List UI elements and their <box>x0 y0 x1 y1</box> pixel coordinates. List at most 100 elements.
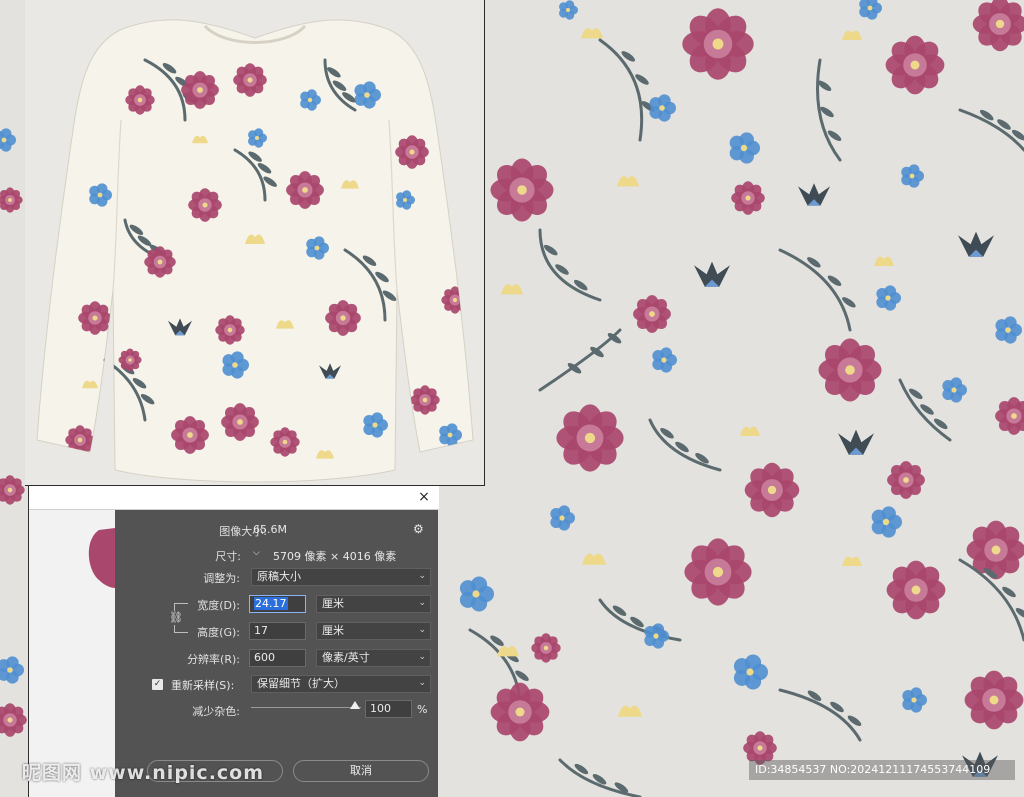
pink-flower <box>818 338 882 402</box>
pink-flower <box>995 397 1024 435</box>
yellow-bud <box>842 556 862 566</box>
dimensions-value: 5709 像素 × 4016 像素 <box>273 550 397 563</box>
pink-flower <box>221 403 259 441</box>
image-size-value: 65.6M <box>253 523 287 536</box>
pink-flower <box>188 188 222 222</box>
caret-down-icon: ⌄ <box>418 571 426 581</box>
resample-checkbox[interactable]: ✓ <box>152 679 163 690</box>
pink-flower <box>286 171 324 209</box>
resample-label: 重新采样(S): <box>171 679 235 692</box>
resolution-unit-select[interactable]: 像素/英寸 ⌄ <box>316 649 431 667</box>
chevron-down-icon[interactable]: ⌵ <box>253 548 260 558</box>
pink-flower <box>125 85 155 115</box>
fit-to-value: 原稿大小 <box>257 570 301 583</box>
gear-icon[interactable]: ⚙ <box>413 522 424 536</box>
blue-flower <box>733 654 769 690</box>
dark-tulip <box>694 261 730 287</box>
pink-flower <box>171 416 209 454</box>
resolution-value: 600 <box>254 651 275 664</box>
resample-select[interactable]: 保留细节（扩大） ⌄ <box>251 675 431 693</box>
blue-flower <box>902 687 928 713</box>
pink-flower <box>731 181 765 215</box>
noise-input[interactable]: 100 <box>365 700 412 718</box>
fit-to-select[interactable]: 原稿大小 ⌄ <box>251 568 431 586</box>
width-unit-select[interactable]: 厘米 ⌄ <box>316 595 431 613</box>
pink-flower <box>395 135 429 169</box>
image-size-dialog: × 图像大小: 65.6M ⚙ 尺寸: ⌵ 5709 像素 × 4016 像素 … <box>28 486 439 797</box>
dimensions-label: 尺寸: <box>215 550 241 563</box>
link-chain-icon[interactable]: ⛓ <box>169 611 183 625</box>
yellow-bud <box>501 284 523 295</box>
yellow-bud <box>740 426 760 436</box>
blue-flower <box>649 94 676 122</box>
pink-flower <box>0 187 23 213</box>
blue-flower <box>550 505 576 531</box>
preview-pane[interactable] <box>29 510 115 797</box>
noise-slider-track[interactable] <box>251 707 361 708</box>
blue-flower <box>644 623 670 649</box>
preview-image <box>88 528 115 588</box>
stem <box>598 38 644 142</box>
caret-down-icon: ⌄ <box>418 652 426 662</box>
dark-tulip <box>798 183 830 206</box>
blue-flower <box>652 347 678 373</box>
blue-flower <box>859 0 882 20</box>
noise-value: 100 <box>370 702 391 715</box>
pink-flower <box>233 63 267 97</box>
height-unit-select[interactable]: 厘米 ⌄ <box>316 622 431 640</box>
pink-flower <box>744 462 800 518</box>
blue-flower <box>942 377 968 403</box>
yellow-bud <box>582 553 606 565</box>
yellow-bud <box>874 256 894 266</box>
blue-flower <box>459 576 494 612</box>
blue-flower <box>0 656 24 684</box>
pink-flower <box>215 315 245 345</box>
pink-flower <box>964 670 1024 730</box>
blue-flower <box>871 506 902 538</box>
nipic-watermark: 昵图网 www.nipic.com <box>22 762 265 784</box>
yellow-bud <box>618 705 642 717</box>
blue-flower <box>559 0 578 20</box>
width-input[interactable]: 24.17 <box>249 595 306 613</box>
caret-down-icon: ⌄ <box>418 625 426 635</box>
blue-flower <box>729 132 760 164</box>
noise-label: 减少杂色: <box>192 705 240 718</box>
pink-flower <box>0 475 25 505</box>
blue-flower <box>876 285 902 311</box>
pink-flower <box>118 348 142 372</box>
close-icon[interactable]: × <box>415 488 433 506</box>
width-label: 宽度(D): <box>197 599 240 612</box>
stem <box>648 418 722 472</box>
height-value: 17 <box>254 624 268 637</box>
noise-slider-thumb[interactable] <box>350 701 360 709</box>
blue-flower <box>901 164 924 188</box>
noise-unit: % <box>417 703 428 716</box>
pink-flower <box>885 35 945 95</box>
width-unit: 厘米 <box>322 597 344 610</box>
dark-tulip <box>958 231 994 257</box>
yellow-bud <box>842 30 862 40</box>
caret-down-icon: ⌄ <box>418 598 426 608</box>
pink-flower <box>972 0 1024 52</box>
height-input[interactable]: 17 <box>249 622 306 640</box>
pink-flower <box>531 633 561 663</box>
stem <box>538 228 602 302</box>
width-value: 24.17 <box>254 597 288 610</box>
pink-flower <box>270 427 300 457</box>
yellow-bud <box>497 646 519 657</box>
pink-flower <box>684 538 752 606</box>
shirt-mockup <box>25 0 485 486</box>
dialog-titlebar: × <box>29 486 439 510</box>
pink-flower <box>410 385 440 415</box>
stem <box>538 328 622 392</box>
cancel-button[interactable]: 取消 <box>293 760 429 782</box>
shirt-image <box>25 0 484 485</box>
pink-flower <box>78 301 112 335</box>
height-unit: 厘米 <box>322 624 344 637</box>
fit-to-label: 调整为: <box>203 572 240 585</box>
pink-flower <box>0 703 27 737</box>
resolution-input[interactable]: 600 <box>249 649 306 667</box>
resample-value: 保留细节（扩大） <box>257 677 345 690</box>
pink-flower <box>556 404 624 472</box>
caret-down-icon: ⌄ <box>418 678 426 688</box>
